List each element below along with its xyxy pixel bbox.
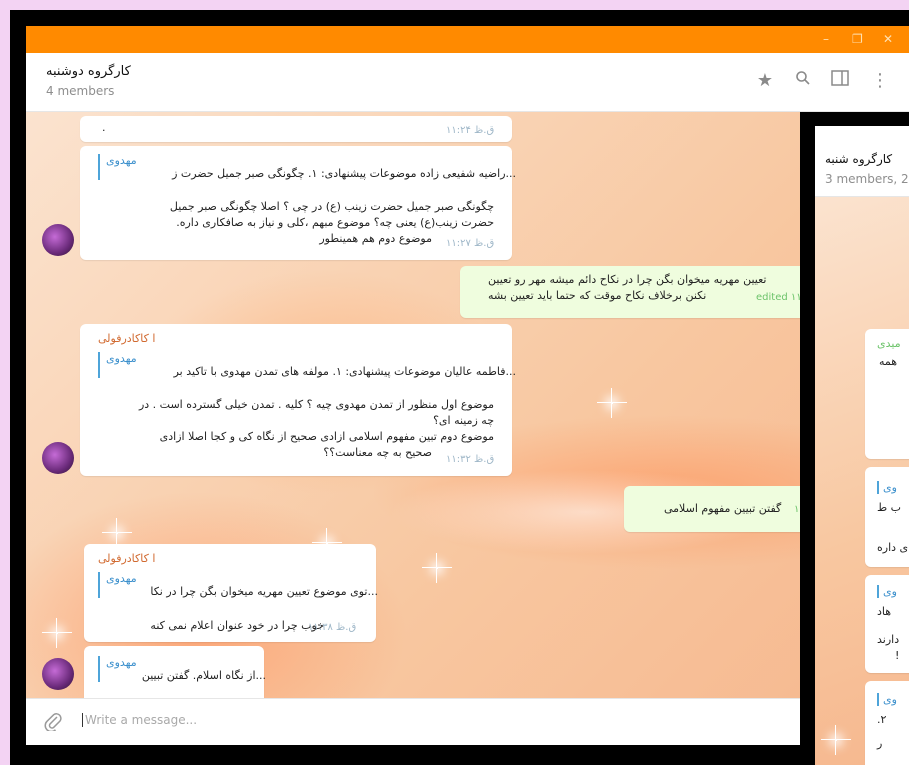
star-icon[interactable]: ★	[754, 70, 776, 92]
sidebar-toggle-icon[interactable]	[829, 70, 851, 92]
avatar[interactable]	[42, 224, 74, 256]
reply-preview[interactable]: مهدوی ...توی موضوع تعیین مهریه میخوان بگ…	[98, 572, 378, 598]
message-time: ق.ظ ۱۱:۲۴	[446, 125, 495, 136]
message-line: تعیین مهریه میخوان بگن چرا در نکاح دائم …	[488, 273, 767, 286]
message-line: موضوع دوم هم همینطور	[319, 232, 432, 245]
message-line: خوب چرا در خود عنوان اعلام نمی کنه	[150, 619, 324, 632]
message-line: !	[895, 649, 900, 662]
message-line: حضرت زینب(ع) یعنی چه؟ موضوع مبهم ،کلی و …	[176, 216, 494, 229]
reply-preview[interactable]: مهدوی ...فاطمه عالیان موضوعات پیشنهادی: …	[98, 352, 516, 378]
chat-header-secondary[interactable]: کارگروه شنبه 3 members, 2	[815, 126, 909, 197]
message-bubble-outgoing[interactable]: گفتن تبیین مفهوم اسلامی ۱۱:۳	[624, 486, 820, 532]
sparkle-decoration	[102, 518, 132, 548]
message-text: .	[102, 121, 106, 134]
message-line: چگونگی صبر جمیل حضرت زینب (ع) در چی ؟ اص…	[169, 200, 494, 213]
reply-author: مهدوی	[106, 154, 137, 167]
reply-text: ب ط	[877, 501, 902, 514]
reply-author: مهدوی	[106, 656, 137, 669]
telegram-window-primary: – ❐ ✕ کارگروه دوشنبه 4 members ★ ⋮ . ق.ظ…	[26, 26, 909, 745]
sparkle-decoration	[422, 553, 452, 583]
message-composer[interactable]: Write a message...	[26, 698, 909, 745]
avatar[interactable]	[42, 442, 74, 474]
message-line: موضوع دوم تبین مفهوم اسلامی ازادی صحیح ا…	[159, 430, 494, 443]
reply-text: ...از نگاه اسلام. گفتن تبیین	[141, 669, 266, 682]
reply-text: ...فاطمه عالیان موضوعات پیشنهادی: ١. مول…	[173, 365, 516, 378]
chat-title-secondary[interactable]: کارگروه شنبه	[825, 152, 892, 166]
message-line: صحیح به چه معناست؟؟	[323, 446, 432, 459]
message-input[interactable]: Write a message...	[82, 713, 197, 727]
message-line: چه زمینه ای؟	[433, 414, 494, 427]
message-line: نکنن برخلاف نکاح موقت که حتما باید تعیین…	[488, 289, 707, 302]
chat-history[interactable]: . ق.ظ ۱۱:۲۴ مهدوی ...راضیه شفیعی زاده مو…	[26, 112, 909, 706]
message-bubble[interactable]: مهدوی ...از نگاه اسلام. گفتن تبیین	[84, 646, 266, 706]
chat-title[interactable]: کارگروه دوشنبه	[46, 64, 131, 79]
minimize-icon[interactable]: –	[823, 32, 829, 46]
reply-text: ...توی موضوع تعیین مهریه میخوان بگن چرا …	[150, 585, 378, 598]
maximize-icon[interactable]: ❐	[852, 32, 863, 46]
avatar[interactable]	[42, 658, 74, 690]
reply-preview[interactable]: مهدوی ...از نگاه اسلام. گفتن تبیین	[98, 656, 266, 682]
message-bubble[interactable]: میدی همه	[865, 329, 909, 459]
message-bubble[interactable]: . ق.ظ ۱۱:۲۴	[80, 116, 512, 142]
chat-history-secondary[interactable]: میدی همه وی ب ط ی داره وی هاد دارند ! وی…	[815, 197, 909, 765]
chat-member-count-secondary: 3 members, 2	[825, 172, 909, 186]
reply-preview[interactable]: مهدوی ...راضیه شفیعی زاده موضوعات پیشنها…	[98, 154, 516, 180]
sparkle-decoration	[597, 388, 627, 418]
message-bubble-outgoing[interactable]: تعیین مهریه میخوان بگن چرا در نکاح دائم …	[460, 266, 820, 318]
message-sender[interactable]: ا کاکادرفولی	[98, 332, 155, 345]
message-line: ی داره	[877, 541, 909, 554]
message-text: همه	[879, 355, 898, 368]
message-bubble[interactable]: ا کاکادرفولی مهدوی ...فاطمه عالیان موضوع…	[80, 324, 516, 476]
reply-author: مهدوی	[106, 572, 137, 585]
message-time: ق.ظ ۱۱:۳۲	[446, 454, 495, 465]
message-line: دارند	[877, 633, 900, 646]
reply-text: .۲	[877, 713, 887, 726]
message-bubble[interactable]: وی .۲ ر	[865, 681, 909, 765]
message-bubble[interactable]: مهدوی ...راضیه شفیعی زاده موضوعات پیشنها…	[80, 146, 516, 260]
message-time: ق.ظ ۱۱:۲۷	[446, 238, 495, 249]
reply-author: مهدوی	[106, 352, 137, 365]
chat-member-count: 4 members	[46, 84, 115, 98]
message-bubble[interactable]: ا کاکادرفولی مهدوی ...توی موضوع تعیین مه…	[84, 544, 378, 642]
reply-text: هاد	[877, 605, 892, 618]
chat-header[interactable]: کارگروه دوشنبه 4 members ★ ⋮	[26, 53, 909, 112]
telegram-window-secondary: کارگروه شنبه 3 members, 2 میدی همه وی ب …	[815, 126, 909, 765]
message-bubble[interactable]: وی هاد دارند !	[865, 575, 909, 673]
reply-text: ...راضیه شفیعی زاده موضوعات پیشنهادی: ١.…	[172, 167, 516, 180]
title-bar: – ❐ ✕	[26, 26, 909, 53]
message-sender[interactable]: میدی	[877, 337, 901, 350]
reply-author: وی	[877, 585, 897, 598]
message-line: موضوع اول منظور از تمدن مهدوی چیه ؟ کلیه…	[138, 398, 494, 411]
message-bubble[interactable]: وی ب ط ی داره	[865, 467, 909, 567]
message-sender[interactable]: ا کاکادرفولی	[98, 552, 155, 565]
attach-icon[interactable]	[44, 711, 62, 736]
more-icon[interactable]: ⋮	[869, 70, 891, 92]
message-text: گفتن تبیین مفهوم اسلامی	[664, 502, 782, 515]
message-time: ق.ظ ۱۱:۳۸	[308, 622, 357, 633]
sparkle-decoration	[821, 725, 851, 755]
reply-author: وی	[877, 481, 897, 494]
reply-author: وی	[877, 693, 897, 706]
close-icon[interactable]: ✕	[883, 32, 893, 46]
search-icon[interactable]	[792, 70, 814, 92]
sparkle-decoration	[42, 618, 72, 648]
message-line: ر	[877, 737, 883, 750]
